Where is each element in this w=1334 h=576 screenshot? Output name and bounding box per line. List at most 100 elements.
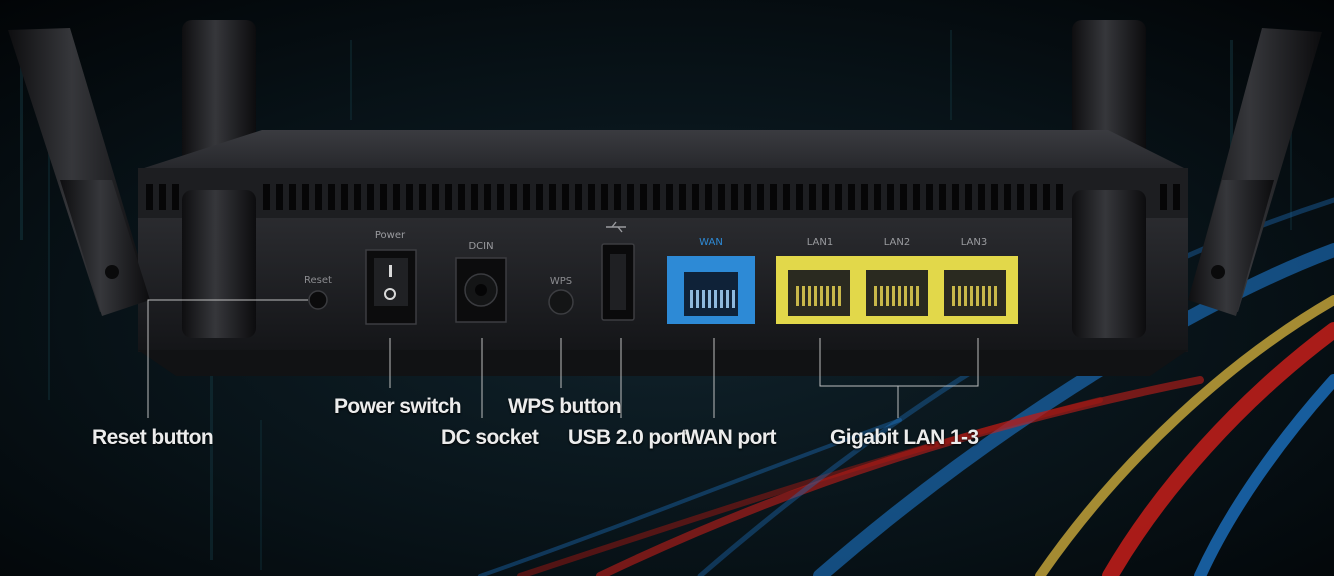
port-pin xyxy=(732,290,735,308)
port-pin xyxy=(708,290,711,308)
port-pin xyxy=(838,286,841,306)
vent-slot xyxy=(822,184,829,210)
vent-slot xyxy=(809,184,816,210)
power-switch-label: Power switch xyxy=(334,395,462,418)
vent-slot xyxy=(549,184,556,210)
vent-slot xyxy=(458,184,465,210)
vent-slot xyxy=(744,184,751,210)
vent-slot xyxy=(965,184,972,210)
wps-panel-label: WPS xyxy=(550,276,572,287)
dc-socket[interactable] xyxy=(455,257,507,323)
port-pin xyxy=(892,286,895,306)
vent-slot xyxy=(263,184,270,210)
vent-slot xyxy=(380,184,387,210)
vent-slot xyxy=(1056,184,1063,210)
vent-slot xyxy=(1017,184,1024,210)
port-pin xyxy=(958,286,961,306)
vent-slot xyxy=(419,184,426,210)
lan-port-3[interactable] xyxy=(944,270,1006,316)
vent-slot xyxy=(653,184,660,210)
vent-slot xyxy=(588,184,595,210)
vent-slot xyxy=(978,184,985,210)
vent-slot xyxy=(536,184,543,210)
vent-slot xyxy=(328,184,335,210)
port-pin xyxy=(976,286,979,306)
power-switch[interactable] xyxy=(365,249,417,325)
wan-panel-label: WAN xyxy=(699,237,723,248)
antenna-right-front xyxy=(1072,190,1146,338)
port-pin xyxy=(814,286,817,306)
wan-port-label: WAN port xyxy=(685,426,776,449)
vent-slot xyxy=(601,184,608,210)
port-pin xyxy=(910,286,913,306)
vent-slot xyxy=(757,184,764,210)
lan1-panel-label: LAN1 xyxy=(807,237,833,248)
vent-slot xyxy=(367,184,374,210)
port-pin xyxy=(880,286,883,306)
vent-slot xyxy=(991,184,998,210)
vent-slot xyxy=(640,184,647,210)
port-pin xyxy=(690,290,693,308)
vent-slot xyxy=(939,184,946,210)
vent-slot xyxy=(861,184,868,210)
vent-slot xyxy=(1043,184,1050,210)
vent-slot xyxy=(796,184,803,210)
port-pin xyxy=(726,290,729,308)
lan-port-1[interactable] xyxy=(788,270,850,316)
port-pin xyxy=(982,286,985,306)
vent-slot xyxy=(289,184,296,210)
antenna-left-front xyxy=(182,190,256,338)
vent-slot xyxy=(679,184,686,210)
reset-button-label: Reset button xyxy=(92,426,214,449)
vent-slot xyxy=(393,184,400,210)
port-pin xyxy=(904,286,907,306)
reset-button[interactable] xyxy=(308,290,328,310)
wan-port[interactable] xyxy=(667,256,755,324)
vent-slot xyxy=(523,184,530,210)
vent-slot xyxy=(887,184,894,210)
usb-port[interactable] xyxy=(601,243,635,321)
vent-slot xyxy=(692,184,699,210)
vent-slot xyxy=(497,184,504,210)
wps-button[interactable] xyxy=(548,289,574,315)
port-pin xyxy=(898,286,901,306)
port-pin xyxy=(808,286,811,306)
vent-slot xyxy=(432,184,439,210)
vent-slot xyxy=(406,184,413,210)
vent-slot xyxy=(159,184,166,210)
vent-slot xyxy=(731,184,738,210)
vent-slot xyxy=(484,184,491,210)
port-pin xyxy=(970,286,973,306)
port-pin xyxy=(988,286,991,306)
vent-slot xyxy=(354,184,361,210)
lan-port-2[interactable] xyxy=(866,270,928,316)
vent-slot xyxy=(276,184,283,210)
vent-slot xyxy=(614,184,621,210)
router-body xyxy=(138,130,1188,376)
port-pin xyxy=(952,286,955,306)
port-pin xyxy=(696,290,699,308)
vent-slot xyxy=(1004,184,1011,210)
vent-slot xyxy=(445,184,452,210)
port-pin xyxy=(820,286,823,306)
router-rear-panel-scene: Reset Power DCIN WPS WAN LAN1 LAN2 LAN3 xyxy=(0,0,1334,576)
vent-slot xyxy=(315,184,322,210)
vent-slot xyxy=(627,184,634,210)
vent-slot xyxy=(783,184,790,210)
port-pin xyxy=(702,290,705,308)
vent-slot xyxy=(926,184,933,210)
usb-port-label: USB 2.0 port xyxy=(568,426,687,449)
dcin-panel-label: DCIN xyxy=(468,241,493,252)
reset-panel-label: Reset xyxy=(304,275,332,286)
port-pin xyxy=(886,286,889,306)
port-pin xyxy=(994,286,997,306)
vent-slot xyxy=(718,184,725,210)
lan3-panel-label: LAN3 xyxy=(961,237,987,248)
vent-slot xyxy=(952,184,959,210)
vent-slot xyxy=(302,184,309,210)
vent-slot xyxy=(913,184,920,210)
vent-slot xyxy=(900,184,907,210)
vent-slot xyxy=(1173,184,1180,210)
lan2-panel-label: LAN2 xyxy=(884,237,910,248)
vent-slot xyxy=(1160,184,1167,210)
